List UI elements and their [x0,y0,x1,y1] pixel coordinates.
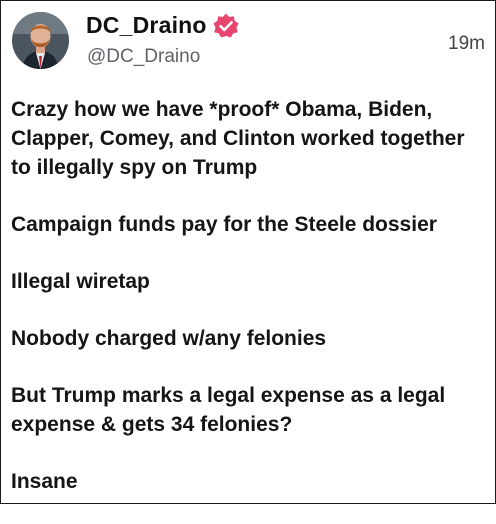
post-card: DC_Draino @DC_Draino 19m Crazy how we ha… [0,0,496,504]
post-paragraph: But Trump marks a legal expense as a leg… [11,384,446,436]
post-body: Crazy how we have *proof* Obama, Biden, … [11,95,487,524]
author-name-row: DC_Draino [86,12,239,39]
post-paragraph: Nobody charged w/any felonies [11,327,327,350]
avatar[interactable] [12,12,69,69]
post-paragraph: Crazy how we have *proof* Obama, Biden, … [11,98,465,179]
verified-badge-icon [213,13,239,37]
avatar-photo-icon [12,12,69,69]
post-paragraph: Campaign funds pay for the Steele dossie… [11,213,437,236]
post-timestamp[interactable]: 19m [448,33,485,55]
post-paragraph: Insane [11,470,78,493]
post-paragraph: Illegal wiretap [11,270,150,293]
display-name[interactable]: DC_Draino [86,12,207,39]
author-handle[interactable]: @DC_Draino [87,46,200,68]
